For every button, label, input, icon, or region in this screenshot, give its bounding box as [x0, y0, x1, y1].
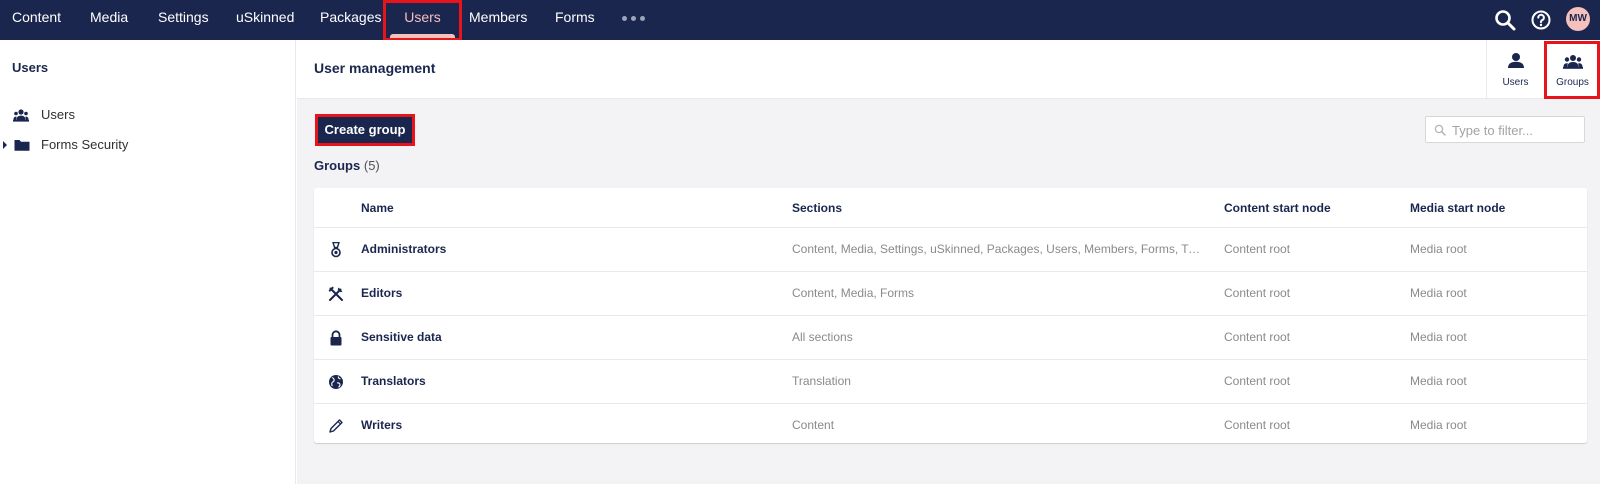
group-sections: Content, Media, Forms — [792, 286, 915, 300]
nav-item-members[interactable]: Members — [469, 0, 527, 40]
groups-count: (5) — [363, 158, 380, 173]
media-start-node: Media root — [1410, 242, 1467, 256]
ellipsis-icon[interactable] — [620, 0, 648, 40]
filter-input[interactable] — [1452, 121, 1580, 139]
tools-icon — [328, 286, 343, 301]
tree-sidebar: Users Users Forms Security — [0, 40, 296, 484]
nav-item-users[interactable]: Users — [384, 0, 461, 40]
filter-box — [1425, 116, 1585, 143]
pencil-icon — [329, 419, 343, 433]
users-icon — [13, 109, 29, 122]
group-sections: All sections — [792, 330, 853, 344]
help-icon[interactable] — [1529, 8, 1553, 32]
page-title: User management — [314, 60, 436, 76]
top-navigation: Content Media Settings uSkinned Packages… — [0, 0, 1600, 40]
medal-icon — [331, 242, 341, 258]
tree-item-users[interactable]: Users — [0, 100, 295, 130]
expand-caret-icon[interactable] — [3, 141, 7, 149]
table-row[interactable]: Editors Content, Media, Forms Content ro… — [314, 271, 1587, 315]
content-start-node: Content root — [1224, 374, 1291, 388]
nav-item-packages[interactable]: Packages — [320, 0, 381, 40]
tab-groups[interactable]: Groups — [1544, 40, 1600, 99]
group-name[interactable]: Translators — [361, 374, 426, 388]
tab-users[interactable]: Users — [1486, 40, 1544, 99]
users-icon — [1563, 55, 1583, 69]
active-indicator — [390, 34, 455, 38]
group-name[interactable]: Writers — [361, 418, 402, 432]
media-start-node: Media root — [1410, 330, 1467, 344]
nav-item-media[interactable]: Media — [90, 0, 128, 40]
editor-header: User management Users Groups — [297, 40, 1600, 99]
tab-users-label: Users — [1502, 77, 1529, 88]
tab-groups-label: Groups — [1556, 77, 1589, 88]
table-row[interactable]: Writers Content Content root Media root — [314, 403, 1587, 443]
content-start-node: Content root — [1224, 418, 1291, 432]
group-sections: Content, Media, Settings, uSkinned, Pack… — [792, 242, 1202, 256]
table-row[interactable]: Translators Translation Content root Med… — [314, 359, 1587, 403]
column-header-media-start-node: Media start node — [1410, 201, 1506, 215]
media-start-node: Media root — [1410, 418, 1467, 432]
group-name[interactable]: Administrators — [361, 242, 446, 256]
search-icon[interactable] — [1493, 8, 1517, 32]
content-start-node: Content root — [1224, 286, 1291, 300]
table-row[interactable]: Sensitive data All sections Content root… — [314, 315, 1587, 359]
nav-item-settings[interactable]: Settings — [158, 0, 209, 40]
user-avatar[interactable]: MW — [1566, 7, 1590, 31]
tree-item-forms-security[interactable]: Forms Security — [0, 130, 295, 160]
nav-item-users-label: Users — [404, 9, 441, 25]
media-start-node: Media root — [1410, 286, 1467, 300]
tree-item-forms-security-label: Forms Security — [41, 137, 129, 152]
groups-table: Name Sections Content start node Media s… — [314, 188, 1587, 443]
search-icon — [1434, 124, 1446, 136]
table-row[interactable]: Administrators Content, Media, Settings,… — [314, 227, 1587, 271]
editor-body: Create group Groups (5) Name Sections Co… — [297, 99, 1600, 484]
nav-item-forms[interactable]: Forms — [555, 0, 595, 40]
media-start-node: Media root — [1410, 374, 1467, 388]
group-sections: Translation — [792, 374, 851, 388]
content-start-node: Content root — [1224, 242, 1291, 256]
nav-item-uskinned[interactable]: uSkinned — [236, 0, 294, 40]
user-icon — [1508, 53, 1524, 68]
group-sections: Content — [792, 418, 835, 432]
content-start-node: Content root — [1224, 330, 1291, 344]
tree-title: Users — [12, 60, 49, 75]
folder-icon — [14, 140, 30, 151]
tree-item-users-label: Users — [41, 107, 75, 122]
group-name[interactable]: Editors — [361, 286, 402, 300]
column-header-content-start-node: Content start node — [1224, 201, 1331, 215]
groups-heading-label: Groups — [314, 158, 361, 173]
lock-icon — [330, 330, 342, 346]
group-name[interactable]: Sensitive data — [361, 330, 442, 344]
column-header-name[interactable]: Name — [361, 201, 394, 215]
globe-icon — [329, 375, 343, 389]
create-group-button[interactable]: Create group — [317, 116, 413, 144]
nav-item-content[interactable]: Content — [12, 0, 61, 40]
column-header-sections: Sections — [792, 201, 843, 215]
groups-heading: Groups (5) — [314, 158, 380, 173]
